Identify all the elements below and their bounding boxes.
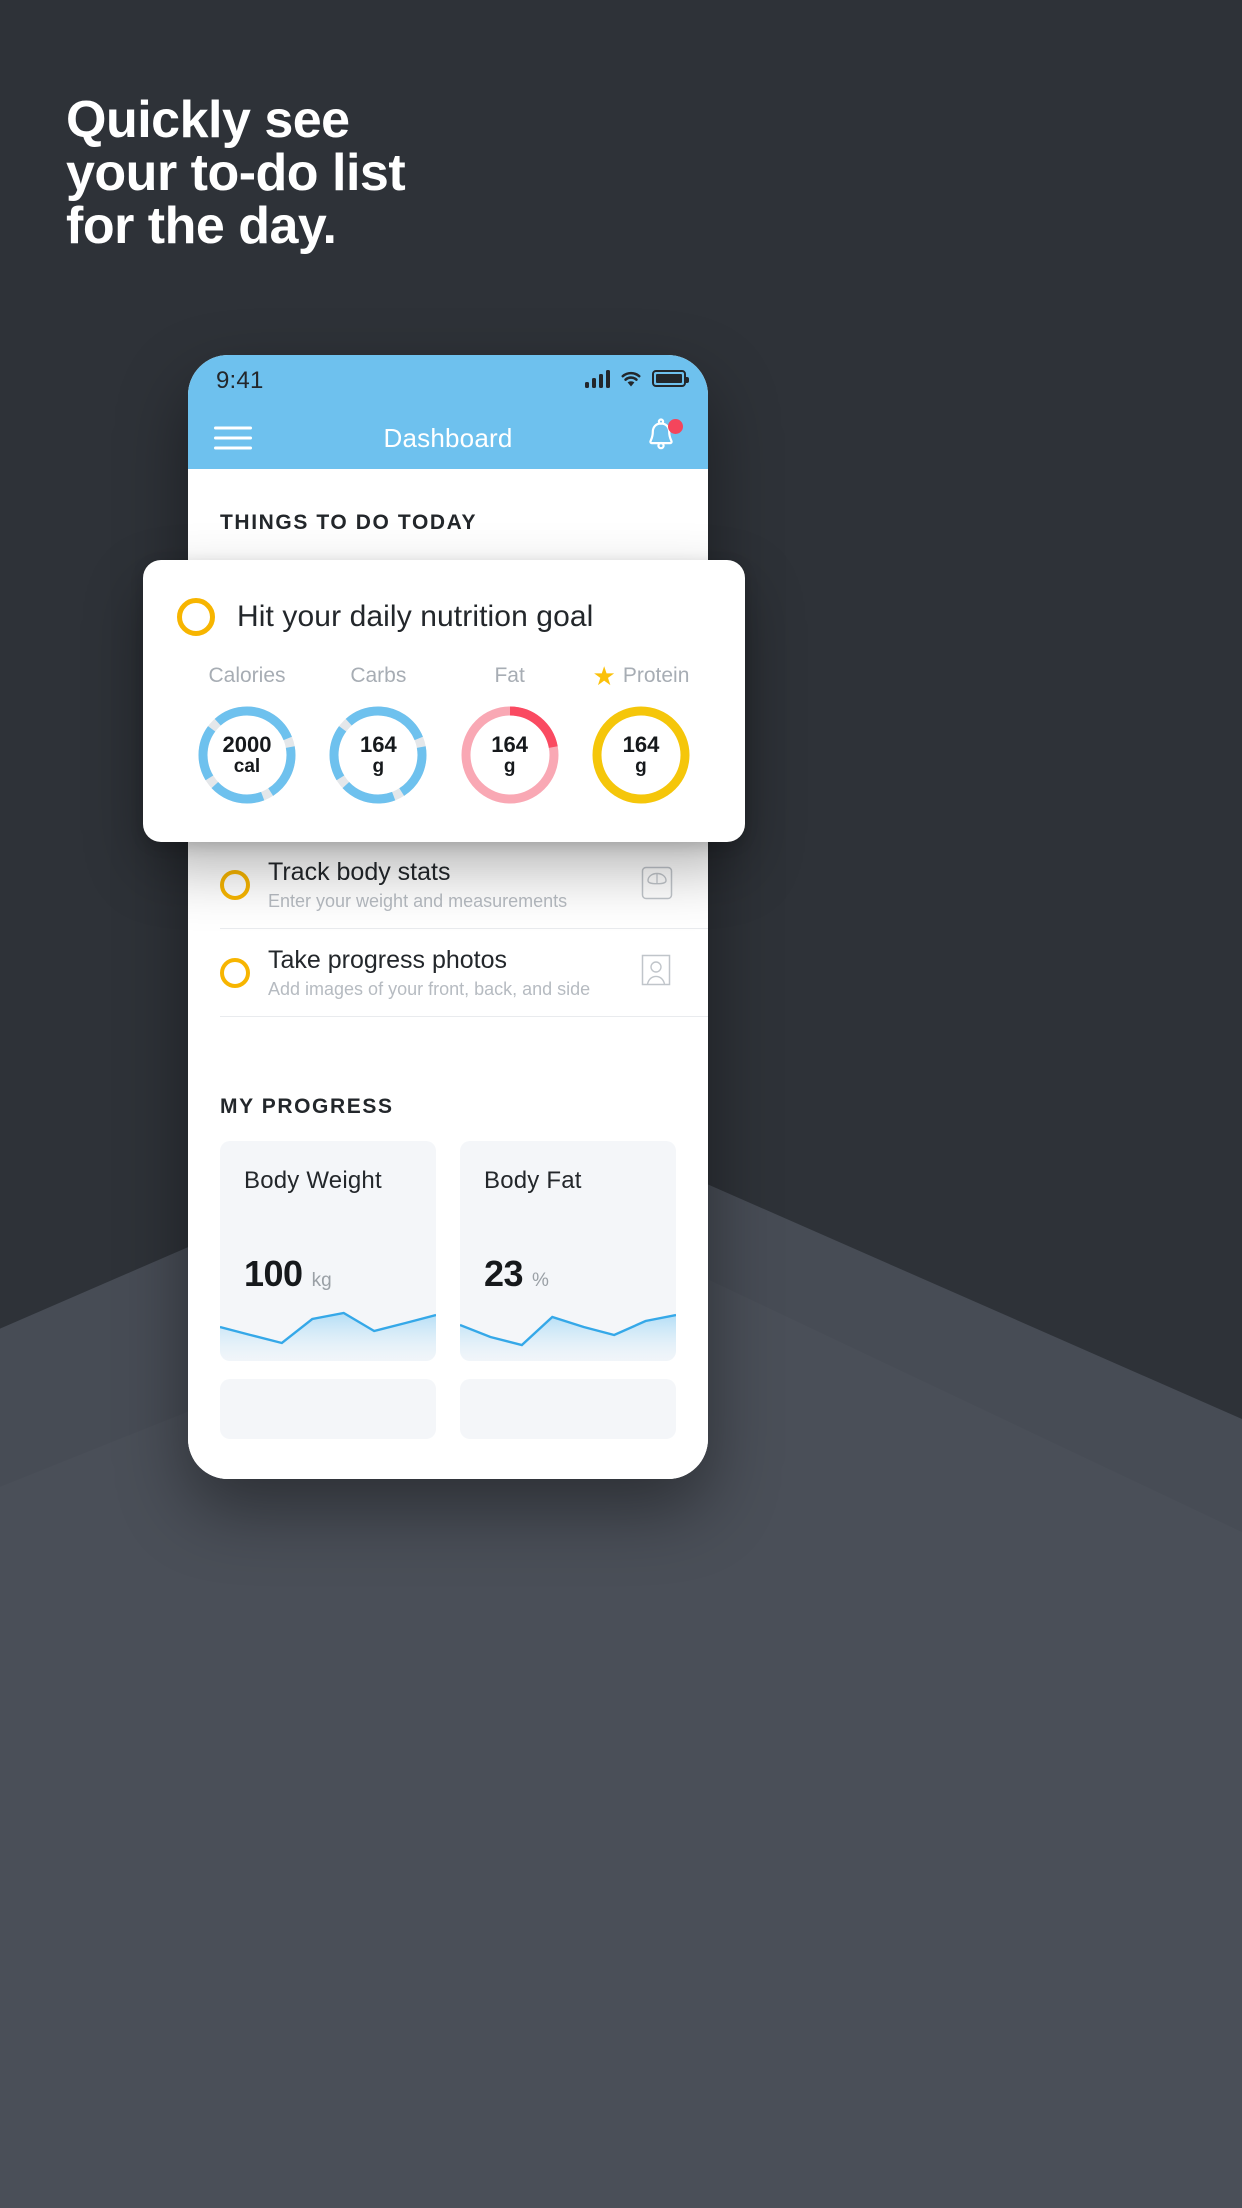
- status-bar-time: 9:41: [216, 367, 264, 394]
- progress-card-value: 23: [484, 1253, 524, 1294]
- macro-label-group: ★ Protein: [577, 662, 705, 690]
- task-checkbox-ring[interactable]: [220, 869, 250, 900]
- progress-card-partial[interactable]: [220, 1379, 436, 1439]
- body-weight-sparkline: [220, 1297, 436, 1361]
- status-bar: 9:41: [188, 355, 708, 407]
- macro-value: 164: [359, 731, 397, 757]
- calories-donut-label: 2000 cal: [194, 702, 300, 808]
- progress-card-unit: %: [532, 1270, 549, 1291]
- progress-card-value-group: 100 kg: [244, 1253, 332, 1295]
- protein-donut-chart: 164 g: [588, 702, 694, 808]
- macro-label-group: Fat: [446, 662, 574, 690]
- progress-card-row: Body Weight 100 kg Body Fat 23 %: [188, 1119, 708, 1361]
- task-row[interactable]: Track body stats Enter your weight and m…: [220, 841, 708, 929]
- progress-card-body-fat[interactable]: Body Fat 23 %: [460, 1141, 676, 1361]
- progress-card-value: 100: [244, 1253, 303, 1294]
- weight-scale-icon: [640, 865, 680, 905]
- nutrition-checkbox-ring[interactable]: [177, 598, 215, 636]
- macro-unit: g: [635, 756, 647, 778]
- fat-donut-label: 164 g: [457, 702, 563, 808]
- progress-card-unit: kg: [311, 1270, 332, 1291]
- progress-card-partial[interactable]: [460, 1379, 676, 1439]
- section-heading-todo: THINGS TO DO TODAY: [220, 511, 478, 534]
- task-title: Track body stats: [268, 858, 451, 886]
- progress-card-value-group: 23 %: [484, 1253, 549, 1295]
- star-icon: ★: [592, 661, 616, 691]
- macro-label: Protein: [622, 664, 690, 687]
- app-bar: Dashboard: [188, 407, 708, 469]
- task-text: Track body stats Enter your weight and m…: [268, 857, 640, 912]
- battery-icon: [652, 370, 689, 387]
- macro-fat[interactable]: Fat 164 g: [446, 662, 574, 808]
- headline-line-1: Quickly see: [66, 91, 350, 149]
- nutrition-card-header: Hit your daily nutrition goal: [177, 598, 711, 636]
- macro-ring-row: Calories 2000 cal Carbs 164 g Fat 164 g …: [177, 662, 711, 808]
- progress-card-label: Body Weight: [244, 1167, 382, 1194]
- bell-icon[interactable]: [644, 418, 683, 458]
- signal-bars-icon: [585, 369, 610, 388]
- task-text: Take progress photos Add images of your …: [268, 945, 640, 1000]
- progress-card-row-next: [188, 1361, 708, 1439]
- macro-unit: g: [372, 756, 385, 778]
- carbs-donut-chart: 164 g: [325, 702, 431, 808]
- macro-protein[interactable]: ★ Protein 164 g: [577, 662, 705, 808]
- task-row[interactable]: Take progress photos Add images of your …: [220, 929, 708, 1017]
- carbs-donut-label: 164 g: [325, 702, 431, 808]
- nutrition-card-title: Hit your daily nutrition goal: [237, 600, 594, 633]
- macro-label-group: Carbs: [314, 662, 442, 690]
- task-title: Take progress photos: [268, 946, 508, 974]
- notification-badge: [668, 419, 683, 434]
- nutrition-goal-card[interactable]: Hit your daily nutrition goal Calories 2…: [143, 560, 745, 842]
- macro-label-group: Calories: [183, 662, 311, 690]
- status-bar-icons: [585, 369, 689, 388]
- macro-label: Calories: [208, 664, 286, 687]
- macro-value: 2000: [222, 731, 272, 757]
- photo-person-icon: [640, 953, 680, 993]
- macro-calories[interactable]: Calories 2000 cal: [183, 662, 311, 808]
- macro-label: Fat: [494, 664, 525, 687]
- section-heading-progress: MY PROGRESS: [220, 1095, 394, 1118]
- marketing-headline: Quickly see your to-do list for the day.: [66, 91, 826, 256]
- protein-donut-label: 164 g: [588, 702, 694, 808]
- task-subtitle: Add images of your front, back, and side: [268, 979, 591, 999]
- headline-line-2: your to-do list: [66, 144, 406, 203]
- macro-unit: cal: [233, 756, 261, 778]
- macro-carbs[interactable]: Carbs 164 g: [314, 662, 442, 808]
- hamburger-menu-icon[interactable]: [214, 426, 252, 450]
- macro-label: Carbs: [350, 664, 407, 687]
- body-fat-sparkline: [460, 1297, 676, 1361]
- progress-card-label: Body Fat: [484, 1167, 582, 1194]
- macro-unit: g: [503, 756, 516, 778]
- progress-card-body-weight[interactable]: Body Weight 100 kg: [220, 1141, 436, 1361]
- calories-donut-chart: 2000 cal: [194, 702, 300, 808]
- wifi-icon: [619, 369, 643, 388]
- macro-value: 164: [491, 731, 529, 757]
- task-subtitle: Enter your weight and measurements: [268, 891, 568, 911]
- page-title: Dashboard: [383, 422, 513, 453]
- headline-line-3: for the day.: [66, 197, 337, 256]
- task-checkbox-ring[interactable]: [220, 957, 250, 988]
- fat-donut-chart: 164 g: [457, 702, 563, 808]
- phone-mockup: 9:41 Dashboard THINGS TO DO TODAY Track …: [188, 355, 708, 1479]
- macro-value: 164: [622, 731, 660, 757]
